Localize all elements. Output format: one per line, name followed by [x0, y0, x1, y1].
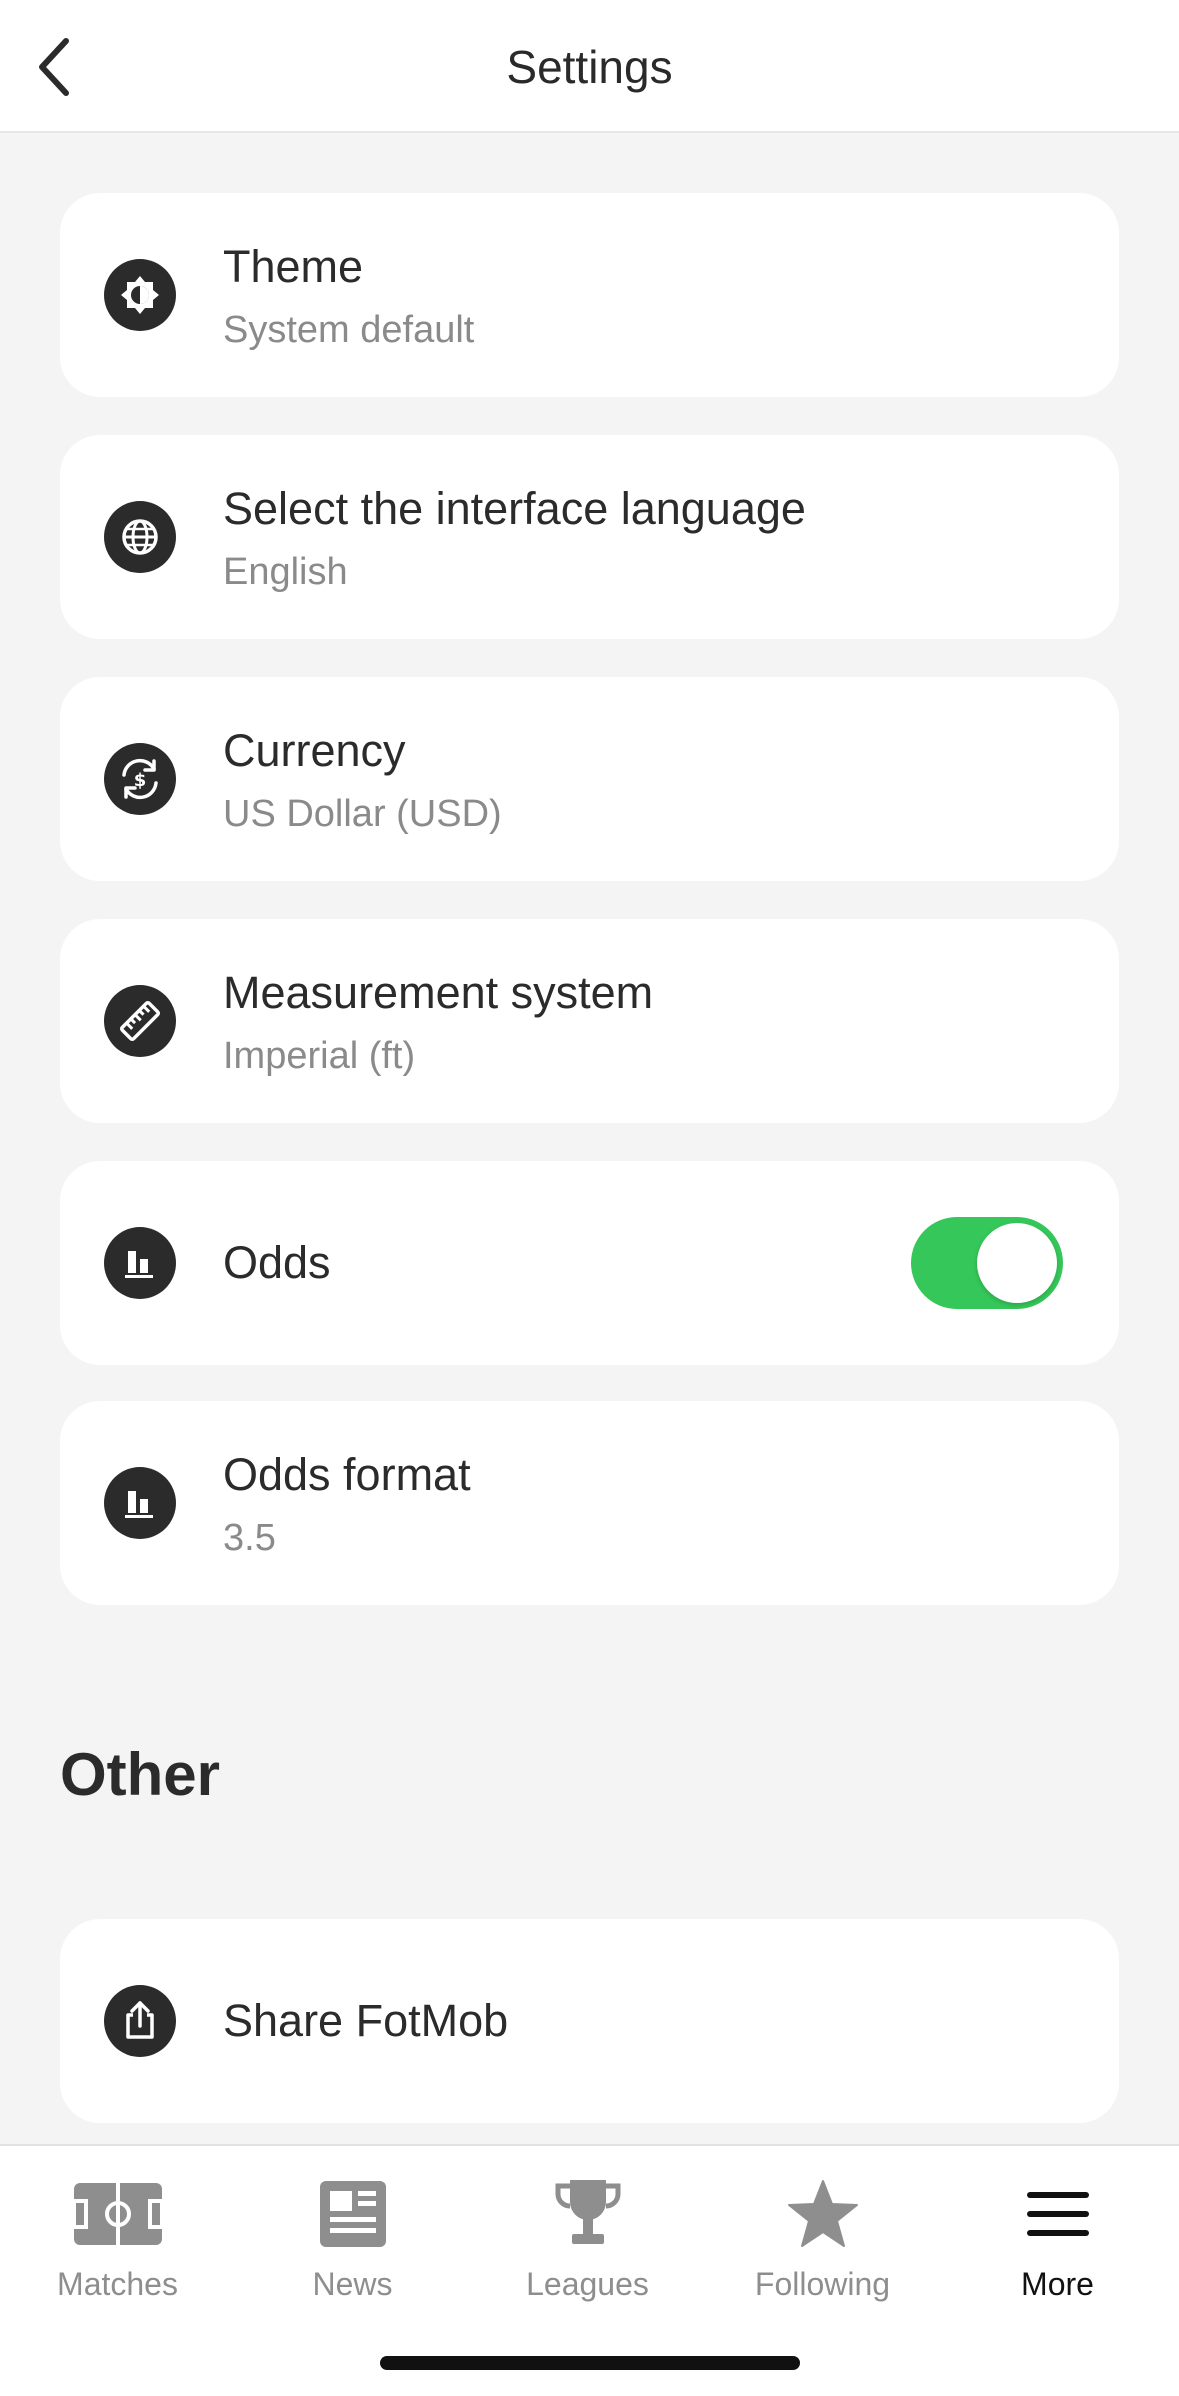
setting-title: Odds format — [223, 1449, 471, 1500]
tab-matches[interactable]: Matches — [0, 2166, 235, 2316]
setting-title: Select the interface language — [223, 483, 806, 534]
tab-leagues[interactable]: Leagues — [470, 2166, 705, 2316]
setting-theme[interactable]: Theme System default — [60, 193, 1119, 397]
tab-news[interactable]: News — [235, 2166, 470, 2316]
tab-more[interactable]: More — [940, 2166, 1175, 2316]
setting-value: English — [223, 551, 348, 593]
tab-label: Following — [754, 2266, 891, 2302]
theme-icon — [104, 259, 176, 331]
setting-title: Share FotMob — [223, 1995, 509, 2046]
currency-exchange-icon: $ — [104, 743, 176, 815]
setting-title: Currency — [223, 725, 406, 776]
setting-value: System default — [223, 309, 475, 351]
menu-icon — [1010, 2174, 1106, 2254]
globe-icon — [104, 501, 176, 573]
pitch-icon — [70, 2174, 166, 2254]
back-button[interactable] — [14, 24, 94, 110]
setting-value: US Dollar (USD) — [223, 793, 502, 835]
chevron-left-icon — [39, 38, 69, 96]
tab-label: Leagues — [526, 2266, 649, 2302]
newspaper-icon — [305, 2174, 401, 2254]
odds-chart-icon — [104, 1467, 176, 1539]
top-navigation-bar: Settings — [0, 0, 1179, 133]
setting-title: Odds — [223, 1237, 331, 1288]
star-icon — [775, 2174, 871, 2254]
svg-text:$: $ — [134, 770, 147, 791]
setting-title: Theme — [223, 241, 364, 292]
ruler-icon — [104, 985, 176, 1057]
setting-interface-language[interactable]: Select the interface language English — [60, 435, 1119, 639]
setting-measurement-system[interactable]: Measurement system Imperial (ft) — [60, 919, 1119, 1123]
toggle-knob — [977, 1223, 1057, 1303]
setting-odds: Odds — [60, 1161, 1119, 1365]
home-indicator — [380, 2356, 800, 2370]
odds-toggle[interactable] — [911, 1217, 1063, 1309]
share-icon — [104, 1985, 176, 2057]
share-fotmob-item[interactable]: Share FotMob — [60, 1919, 1119, 2123]
page-title: Settings — [506, 40, 673, 93]
tab-following[interactable]: Following — [705, 2166, 940, 2316]
section-heading-other: Other — [60, 1741, 221, 1808]
odds-chart-icon — [104, 1227, 176, 1299]
setting-value: 3.5 — [223, 1517, 276, 1559]
tab-label: News — [312, 2266, 393, 2302]
trophy-icon — [540, 2174, 636, 2254]
setting-title: Measurement system — [223, 967, 654, 1018]
setting-value: Imperial (ft) — [223, 1035, 416, 1077]
tab-label: Matches — [57, 2266, 178, 2302]
tab-label: More — [1021, 2266, 1094, 2302]
setting-odds-format[interactable]: Odds format 3.5 — [60, 1401, 1119, 1605]
setting-currency[interactable]: $ Currency US Dollar (USD) — [60, 677, 1119, 881]
